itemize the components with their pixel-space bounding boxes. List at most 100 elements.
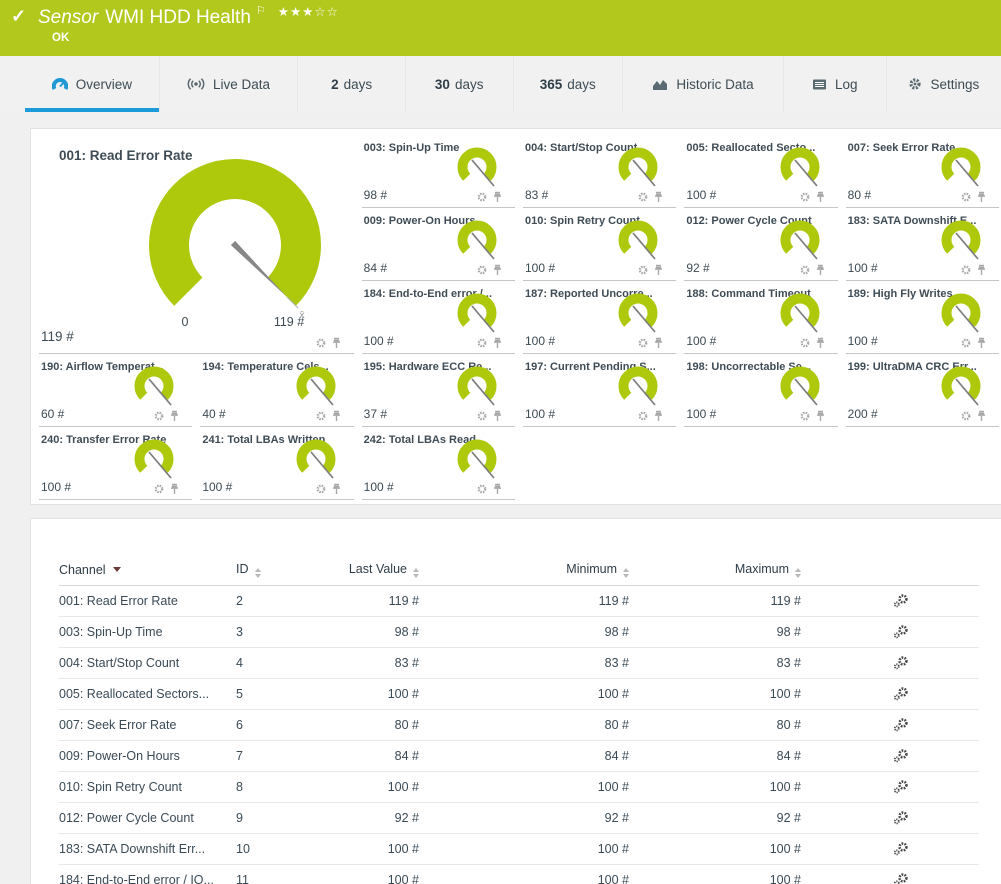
cell-maximum: 100 # (629, 687, 801, 701)
pin-icon[interactable] (653, 410, 664, 422)
channel-settings-gears-icon[interactable] (893, 625, 909, 639)
tab-settings[interactable]: Settings (887, 56, 1001, 112)
priority-stars[interactable]: ★★★☆☆ (278, 5, 339, 19)
pin-icon[interactable] (331, 337, 342, 349)
tab-30-days[interactable]: 30 days (406, 56, 514, 112)
channel-gear-icon[interactable] (637, 410, 649, 422)
channel-gear-icon[interactable] (476, 483, 488, 495)
pin-icon[interactable] (976, 337, 987, 349)
pin-icon[interactable] (976, 191, 987, 203)
gauge-cell[interactable]: 189: High Fly Writes 100 # (846, 281, 999, 354)
pin-icon[interactable] (976, 410, 987, 422)
channel-gear-icon[interactable] (476, 337, 488, 349)
pin-icon[interactable] (653, 191, 664, 203)
gauge-cell[interactable]: 240: Transfer Error Rate 100 # (39, 427, 192, 500)
tab-historic-data[interactable]: Historic Data (623, 56, 784, 112)
channel-gear-icon[interactable] (476, 191, 488, 203)
column-header-minimum[interactable]: Minimum (419, 562, 629, 578)
pin-icon[interactable] (653, 337, 664, 349)
tab-label: Live Data (213, 77, 270, 92)
channel-gear-icon[interactable] (315, 337, 327, 349)
channel-gear-icon[interactable] (315, 410, 327, 422)
gauge-cell[interactable]: 010: Spin Retry Count 100 # (523, 208, 676, 281)
tab-365-days[interactable]: 365 days (514, 56, 624, 112)
channel-settings-gears-icon[interactable] (893, 656, 909, 670)
channel-gear-icon[interactable] (960, 264, 972, 276)
tab-overview[interactable]: Overview (25, 56, 160, 112)
gauge-cell[interactable]: 184: End-to-End error /... 100 # (362, 281, 515, 354)
tab-label: Historic Data (676, 77, 753, 92)
gauge-cell[interactable]: 009: Power-On Hours 84 # (362, 208, 515, 281)
pin-icon[interactable] (331, 483, 342, 495)
channel-settings-gears-icon[interactable] (893, 749, 909, 763)
column-header-channel[interactable]: Channel (59, 563, 236, 577)
gauge-cell[interactable]: 005: Reallocated Secto... 100 # (684, 135, 837, 208)
sensor-title: SensorWMI HDD Health⚐★★★☆☆ (38, 4, 1001, 29)
channel-settings-gears-icon[interactable] (893, 873, 909, 884)
pin-icon[interactable] (169, 410, 180, 422)
gauge-cell[interactable]: 012: Power Cycle Count 92 # (684, 208, 837, 281)
channel-gear-icon[interactable] (153, 483, 165, 495)
channel-gear-icon[interactable] (153, 410, 165, 422)
pin-icon[interactable] (492, 483, 503, 495)
column-header-last-value[interactable]: Last Value (296, 562, 419, 578)
channel-gear-icon[interactable] (960, 337, 972, 349)
channel-gear-icon[interactable] (315, 483, 327, 495)
channel-settings-gears-icon[interactable] (893, 718, 909, 732)
gauge-cell[interactable]: 195: Hardware ECC Re... 37 # (362, 354, 515, 427)
channel-gear-icon[interactable] (960, 410, 972, 422)
channel-gear-icon[interactable] (637, 191, 649, 203)
cell-id: 7 (236, 749, 296, 763)
cell-minimum: 100 # (419, 687, 629, 701)
pin-icon[interactable] (492, 337, 503, 349)
gauge-cell[interactable]: 190: Airflow Temperat... 60 # (39, 354, 192, 427)
column-header-maximum[interactable]: Maximum (629, 562, 801, 578)
channel-gear-icon[interactable] (799, 191, 811, 203)
pin-icon[interactable] (815, 264, 826, 276)
gauge-cell[interactable]: 197: Current Pending S... 100 # (523, 354, 676, 427)
channel-gear-icon[interactable] (960, 191, 972, 203)
channel-settings-gears-icon[interactable] (893, 811, 909, 825)
tab-log[interactable]: Log (784, 56, 887, 112)
pin-icon[interactable] (492, 264, 503, 276)
pin-icon[interactable] (169, 483, 180, 495)
gauge-cell[interactable]: 241: Total LBAs Written 100 # (200, 427, 353, 500)
channel-settings-gears-icon[interactable] (893, 687, 909, 701)
gauge-value: 40 # (202, 407, 225, 421)
pin-icon[interactable] (653, 264, 664, 276)
gauge-cell[interactable]: 183: SATA Downshift E... 100 # (846, 208, 999, 281)
gauge-cell[interactable]: 003: Spin-Up Time 98 # (362, 135, 515, 208)
channel-gear-icon[interactable] (476, 264, 488, 276)
gauge-cell[interactable]: 187: Reported Uncorre... 100 # (523, 281, 676, 354)
pin-icon[interactable] (492, 410, 503, 422)
tab-live-data[interactable]: Live Data (160, 56, 299, 112)
pin-icon[interactable] (492, 191, 503, 203)
gauge-cell[interactable]: 007: Seek Error Rate 80 # (846, 135, 999, 208)
gauge-dial (455, 145, 501, 193)
pin-icon[interactable] (815, 191, 826, 203)
gauge-cell[interactable]: 199: UltraDMA CRC Err... 200 # (846, 354, 999, 427)
gauge-cell[interactable]: 242: Total LBAs Read 100 # (362, 427, 515, 500)
gauge-title: 189: High Fly Writes (848, 288, 953, 300)
channel-gear-icon[interactable] (799, 264, 811, 276)
gauge-cell[interactable]: 004: Start/Stop Count 83 # (523, 135, 676, 208)
channel-settings-gears-icon[interactable] (893, 594, 909, 608)
gauge-cell[interactable]: 194: Temperature Cels... 40 # (200, 354, 353, 427)
channel-settings-gears-icon[interactable] (893, 842, 909, 856)
channel-gear-icon[interactable] (476, 410, 488, 422)
pin-icon[interactable] (815, 337, 826, 349)
gauge-primary-cell[interactable]: 001: Read Error Rate x̄ 0 119 # 119 # (39, 135, 354, 354)
gauge-cell[interactable]: 188: Command Timeout 100 # (684, 281, 837, 354)
pin-icon[interactable] (331, 410, 342, 422)
channel-gear-icon[interactable] (799, 410, 811, 422)
channel-gear-icon[interactable] (799, 337, 811, 349)
pin-icon[interactable] (815, 410, 826, 422)
pin-icon[interactable] (976, 264, 987, 276)
channel-gear-icon[interactable] (637, 337, 649, 349)
column-header-id[interactable]: ID (236, 562, 296, 578)
channel-gear-icon[interactable] (637, 264, 649, 276)
tab-2-days[interactable]: 2 days (298, 56, 406, 112)
channel-settings-gears-icon[interactable] (893, 780, 909, 794)
gauge-cell[interactable]: 198: Uncorrectable Se... 100 # (684, 354, 837, 427)
flag-icon[interactable]: ⚐ (256, 5, 266, 17)
